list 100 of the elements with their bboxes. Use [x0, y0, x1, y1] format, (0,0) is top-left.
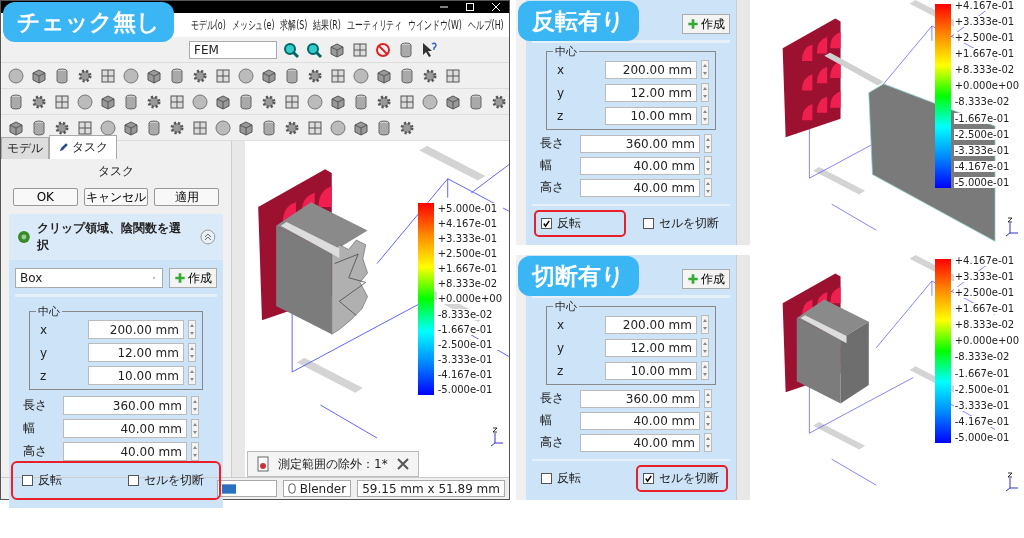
- shape-dropdown[interactable]: Box: [15, 268, 163, 288]
- sphere-icon[interactable]: [421, 92, 439, 111]
- menu-item[interactable]: 結果(R): [313, 16, 341, 34]
- grid-icon[interactable]: [283, 92, 301, 111]
- grid-icon[interactable]: [76, 118, 94, 137]
- checkbox[interactable]: [541, 473, 552, 484]
- spin-buttons[interactable]: [701, 83, 709, 102]
- number-field[interactable]: 200.00 mm: [605, 315, 697, 334]
- cylinder-icon[interactable]: [237, 92, 255, 111]
- number-field[interactable]: 12.00 mm: [605, 83, 697, 102]
- create-button[interactable]: 作成: [682, 269, 730, 289]
- help-cursor-icon[interactable]: [420, 40, 438, 59]
- navigation-dropdown[interactable]: Blender: [282, 480, 352, 497]
- number-field[interactable]: 200.00 mm: [88, 320, 184, 339]
- sphere-icon[interactable]: [306, 92, 324, 111]
- sphere-icon[interactable]: [329, 118, 347, 137]
- spin-buttons[interactable]: [704, 156, 712, 175]
- cylinder-icon[interactable]: [7, 92, 25, 111]
- spin-buttons[interactable]: [704, 134, 712, 153]
- grid-icon[interactable]: [191, 118, 209, 137]
- number-field[interactable]: 40.00 mm: [63, 419, 187, 438]
- number-field[interactable]: 200.00 mm: [605, 60, 697, 79]
- checkbox[interactable]: [541, 218, 552, 229]
- cylinder-icon[interactable]: [352, 92, 370, 111]
- dimensions-dropdown[interactable]: 59.15 mm x 51.89 mm: [357, 480, 505, 497]
- spin-buttons[interactable]: [188, 343, 196, 362]
- grid-icon[interactable]: [214, 66, 232, 85]
- sphere-icon[interactable]: [7, 66, 25, 85]
- spin-buttons[interactable]: [704, 178, 712, 197]
- grid-icon[interactable]: [53, 92, 71, 111]
- checkbox[interactable]: [643, 218, 654, 229]
- spin-buttons[interactable]: [191, 396, 199, 415]
- scrollbar[interactable]: [736, 255, 750, 500]
- cylinder-icon[interactable]: [168, 66, 186, 85]
- spin-buttons[interactable]: [188, 366, 196, 385]
- spin-buttons[interactable]: [191, 419, 199, 438]
- cylinder-icon[interactable]: [398, 66, 416, 85]
- cylinder-icon[interactable]: [53, 66, 71, 85]
- menu-item[interactable]: ユーティリティ: [346, 16, 403, 34]
- cylinder-icon[interactable]: [375, 118, 393, 137]
- grid-icon[interactable]: [398, 92, 416, 111]
- sphere-icon[interactable]: [214, 118, 232, 137]
- menu-item[interactable]: ウインドウ(W): [408, 16, 462, 34]
- grid-icon[interactable]: [329, 66, 347, 85]
- number-field[interactable]: 40.00 mm: [63, 442, 187, 461]
- collapse-icon[interactable]: [199, 228, 217, 246]
- cylinder-icon[interactable]: [145, 118, 163, 137]
- spin-buttons[interactable]: [701, 106, 709, 125]
- spin-buttons[interactable]: [191, 442, 199, 461]
- number-field[interactable]: 10.00 mm: [88, 366, 184, 385]
- grid-icon[interactable]: [168, 92, 186, 111]
- cylinder-icon[interactable]: [122, 92, 140, 111]
- spin-buttons[interactable]: [704, 389, 712, 408]
- grid-icon[interactable]: [444, 66, 462, 85]
- scrollbar[interactable]: [231, 141, 245, 477]
- number-field[interactable]: 360.00 mm: [63, 396, 187, 415]
- number-field[interactable]: 10.00 mm: [605, 106, 697, 125]
- scrollbar[interactable]: [736, 0, 750, 245]
- sphere-icon[interactable]: [352, 66, 370, 85]
- spin-buttons[interactable]: [701, 315, 709, 334]
- sphere-icon[interactable]: [99, 118, 117, 137]
- spin-buttons[interactable]: [704, 411, 712, 430]
- sphere-icon[interactable]: [76, 92, 94, 111]
- menu-item[interactable]: ヘルプ(H): [467, 16, 504, 34]
- checkbox[interactable]: [128, 475, 139, 486]
- maximize-icon[interactable]: [465, 2, 475, 12]
- cylinder-icon[interactable]: [30, 118, 48, 137]
- dialog-button[interactable]: OK: [13, 188, 78, 206]
- cylinder-icon[interactable]: [283, 66, 301, 85]
- spin-buttons[interactable]: [701, 338, 709, 357]
- number-field[interactable]: 40.00 mm: [580, 156, 700, 175]
- spin-buttons[interactable]: [701, 60, 709, 79]
- grid-icon[interactable]: [351, 40, 369, 59]
- number-field[interactable]: 360.00 mm: [580, 389, 700, 408]
- spin-buttons[interactable]: [701, 361, 709, 380]
- sphere-icon[interactable]: [191, 92, 209, 111]
- cylinder-icon[interactable]: [467, 92, 485, 111]
- number-field[interactable]: 12.00 mm: [88, 343, 184, 362]
- grid-icon[interactable]: [99, 66, 117, 85]
- tab[interactable]: モデル: [1, 137, 49, 159]
- number-field[interactable]: 12.00 mm: [605, 338, 697, 357]
- grid-icon[interactable]: [306, 118, 324, 137]
- dialog-button[interactable]: 適用: [154, 188, 219, 206]
- number-field[interactable]: 40.00 mm: [580, 178, 700, 197]
- number-field[interactable]: 40.00 mm: [580, 433, 700, 452]
- style-dropdown[interactable]: [216, 480, 277, 497]
- create-button[interactable]: 作成: [169, 268, 217, 288]
- menu-item[interactable]: 求解(S): [280, 16, 308, 34]
- spin-buttons[interactable]: [188, 320, 196, 339]
- no-entry-icon[interactable]: [374, 40, 392, 59]
- cylinder-icon[interactable]: [260, 118, 278, 137]
- cylinder-icon[interactable]: [397, 40, 415, 59]
- number-field[interactable]: 40.00 mm: [580, 411, 700, 430]
- menu-item[interactable]: メッシュ(e): [231, 16, 275, 34]
- sphere-icon[interactable]: [122, 66, 140, 85]
- workbench-dropdown[interactable]: FEM: [189, 40, 277, 59]
- menu-item[interactable]: モデル(o): [191, 16, 226, 34]
- number-field[interactable]: 10.00 mm: [605, 361, 697, 380]
- checkbox[interactable]: [22, 475, 33, 486]
- create-button[interactable]: 作成: [682, 14, 730, 34]
